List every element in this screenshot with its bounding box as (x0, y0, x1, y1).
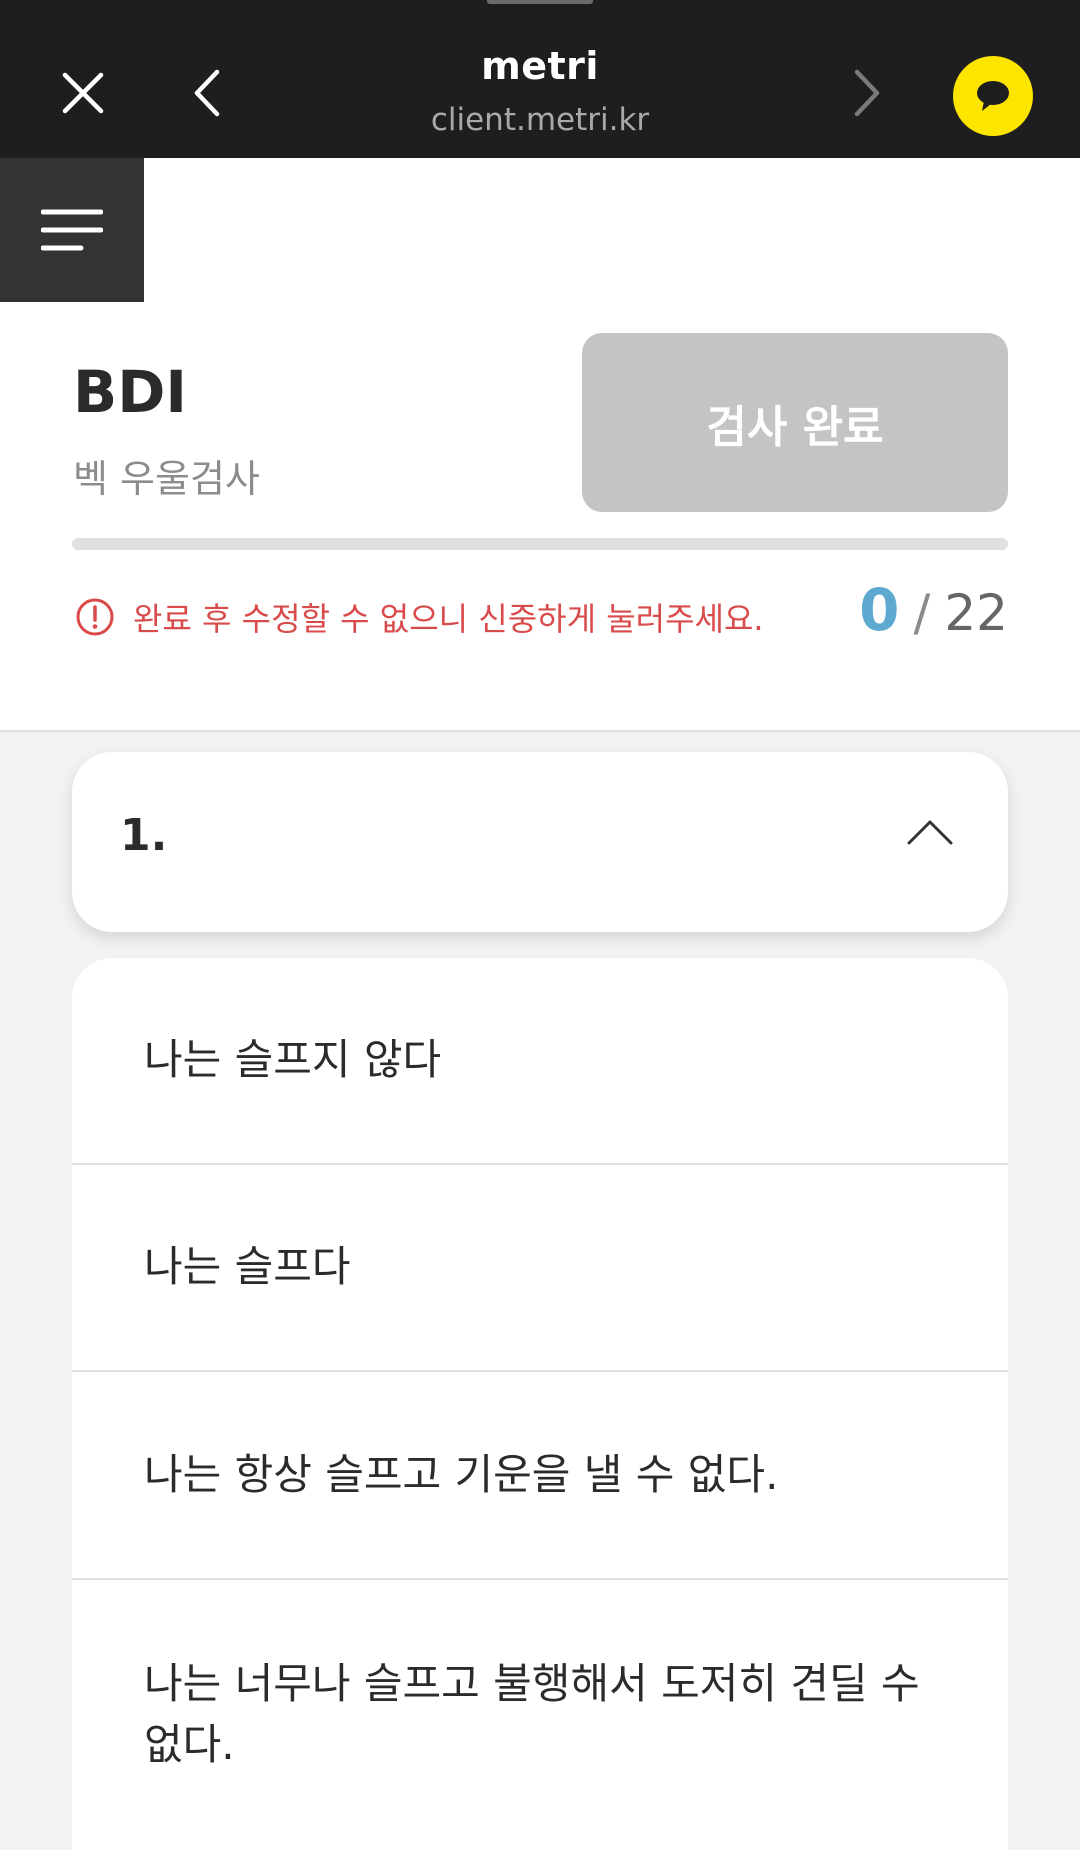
answer-option[interactable]: 나는 항상 슬프고 기운을 낼 수 없다. (72, 1372, 1008, 1580)
menu-button[interactable] (0, 158, 144, 302)
test-header: BDI 벡 우울검사 검사 완료 완료 후 수정할 수 없으니 신중하게 눌러주… (0, 158, 1080, 732)
test-name: 벡 우울검사 (73, 457, 260, 501)
collapse-toggle[interactable] (900, 802, 960, 862)
warning-message: 완료 후 수정할 수 없으니 신중하게 눌러주세요. (75, 594, 764, 640)
chevron-up-icon (907, 820, 953, 845)
question-number: 1. (120, 810, 168, 861)
test-code: BDI (73, 358, 187, 426)
site-title: metri (481, 44, 599, 88)
hamburger-menu-icon (41, 209, 103, 251)
counter-separator: / (913, 584, 931, 642)
option-label: 나는 너무나 슬프고 불행해서 도저히 견딜 수 없다. (144, 1659, 920, 1769)
status-notch (487, 0, 593, 4)
kakao-chat-icon (977, 81, 1009, 111)
kakao-chat-button[interactable] (953, 56, 1033, 136)
site-url: client.metri.kr (430, 102, 650, 138)
answer-option[interactable]: 나는 너무나 슬프고 불행해서 도저히 견딜 수 없다. (72, 1580, 1008, 1850)
answered-count: 0 (859, 576, 900, 644)
option-label: 나는 슬프지 않다 (144, 1035, 442, 1085)
progress-bar (72, 538, 1008, 550)
warning-text: 완료 후 수정할 수 없으니 신중하게 눌러주세요. (133, 600, 764, 638)
answer-options: 나는 슬프지 않다 나는 슬프다 나는 항상 슬프고 기운을 낼 수 없다. 나… (72, 958, 1008, 1850)
answer-counter: 0 / 22 (859, 576, 1008, 644)
complete-test-button[interactable]: 검사 완료 (582, 333, 1008, 512)
answer-option[interactable]: 나는 슬프다 (72, 1165, 1008, 1372)
total-count: 22 (944, 584, 1008, 642)
alert-circle-icon (76, 598, 114, 636)
question-card[interactable]: 1. (72, 752, 1008, 932)
option-label: 나는 항상 슬프고 기운을 낼 수 없다. (144, 1449, 779, 1499)
chevron-right-icon (854, 69, 880, 117)
option-label: 나는 슬프다 (144, 1242, 351, 1292)
browser-topbar: metri client.metri.kr (0, 0, 1080, 158)
answer-option[interactable]: 나는 슬프지 않다 (72, 958, 1008, 1165)
forward-button[interactable] (832, 58, 902, 128)
